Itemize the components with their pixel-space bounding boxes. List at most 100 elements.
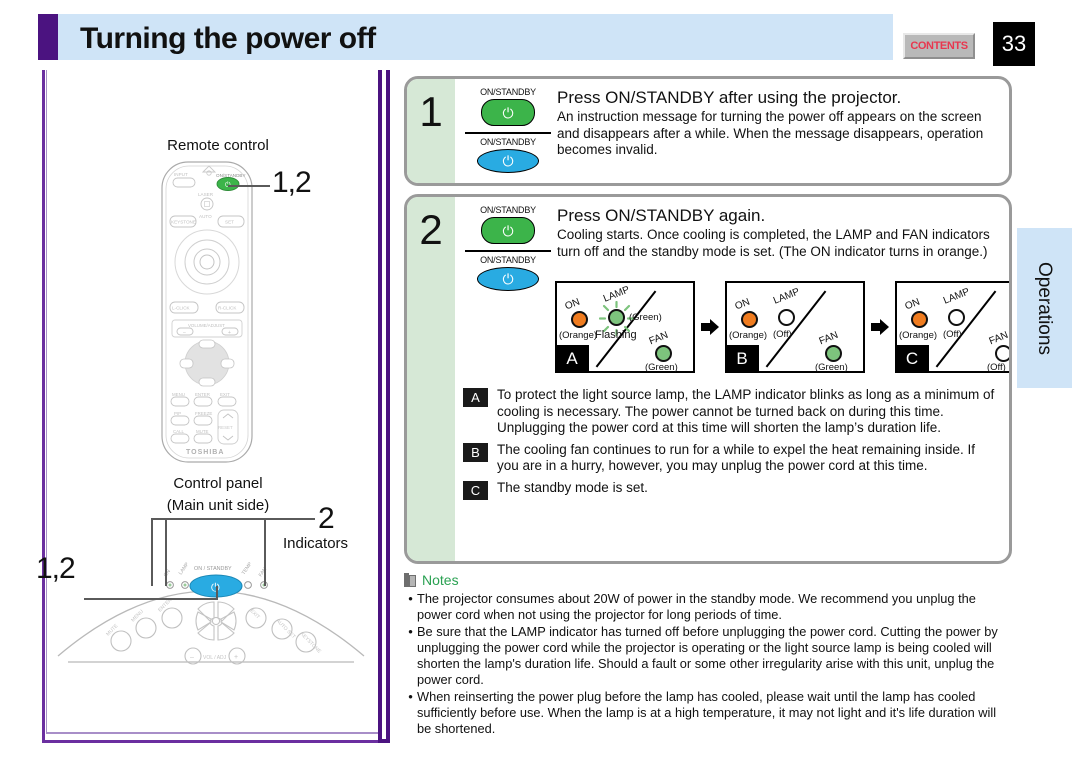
diagram-b-on-led (741, 311, 758, 328)
cp-leader-top (151, 518, 315, 520)
step-2-remote-power-key[interactable]: ⏻ (481, 217, 535, 244)
step-1-heading: Press ON/STANDBY after using the project… (557, 88, 902, 107)
step-2-panel-key-caption: ON/STANDBY (480, 255, 536, 265)
diagram-c-lamp-led (948, 309, 965, 326)
indicator-diagram-a: ON (Orange) LAMP (Green) Flashing FAN (G… (555, 281, 695, 373)
step-1-key-column: ON/STANDBY ⏻ ON/STANDBY ⏻ (463, 87, 553, 173)
diagram-a-lamp-state: (Green) (629, 312, 662, 323)
page-root: Turning the power off CONTENTS 33 Operat… (0, 0, 1080, 764)
diagram-c-on-led (911, 311, 928, 328)
step-2-heading: Press ON/STANDBY again. (557, 206, 766, 225)
power-icon: ⏻ (502, 222, 514, 239)
note-item: • When reinserting the power plug before… (404, 689, 1012, 737)
indicator-diagram-c: ON (Orange) LAMP (Off) FAN (Off) C (895, 281, 1009, 373)
abc-explanations: A To protect the light source lamp, the … (463, 387, 995, 505)
side-tab-operations[interactable]: Operations (1017, 228, 1072, 388)
diagram-b-lamp-led (778, 309, 795, 326)
contents-button-label: CONTENTS (910, 40, 968, 52)
remote-callout-number: 1,2 (272, 166, 312, 199)
note-bullet: • (408, 689, 413, 704)
abc-text-c: The standby mode is set. (497, 479, 648, 495)
notes-title-row: Notes (404, 572, 1012, 588)
step-2-text: Press ON/STANDBY again. Cooling starts. … (557, 205, 999, 260)
arrow-right-icon (871, 318, 889, 336)
remote-control-label: Remote control (167, 137, 269, 154)
indicator-diagram-b: ON (Orange) LAMP (Off) FAN (Green) B (725, 281, 865, 373)
notes-section: Notes • The projector consumes about 20W… (404, 572, 1012, 738)
diagram-a-lamp-led (608, 309, 625, 326)
svg-text:ENTER: ENTER (195, 392, 210, 397)
step-1-text: Press ON/STANDBY after using the project… (557, 87, 999, 159)
control-panel-label: Control panel (173, 475, 263, 492)
note-text: The projector consumes about 20W of powe… (417, 591, 976, 622)
svg-text:KEYSTONE: KEYSTONE (171, 220, 196, 225)
diagram-b-on-state: (Orange) (729, 330, 768, 341)
svg-text:–: – (190, 654, 194, 661)
indicator-state-diagram-row: ON (Orange) LAMP (Green) Flashing FAN (G… (555, 281, 1009, 373)
side-tab-label: Operations (1034, 261, 1055, 355)
svg-text:MENU: MENU (172, 392, 185, 397)
step-1-key-separator (465, 132, 551, 134)
svg-text:PIP: PIP (174, 411, 181, 416)
step-1-remote-key-caption: ON/STANDBY (480, 87, 536, 97)
diagram-c-fan-led (995, 345, 1009, 362)
book-icon (404, 573, 416, 587)
svg-text:MENU: MENU (130, 608, 145, 623)
notes-title: Notes (422, 572, 459, 588)
power-icon: ⏻ (502, 153, 514, 169)
diagram-b-fan-led (825, 345, 842, 362)
remote-leader-line (228, 185, 270, 187)
step-2-panel-power-key[interactable]: ⏻ (477, 267, 539, 291)
contents-button[interactable]: CONTENTS (903, 33, 975, 59)
svg-text:AUTO SET: AUTO SET (275, 618, 297, 640)
note-bullet: • (408, 591, 413, 606)
diagram-c-on-state: (Orange) (899, 330, 938, 341)
note-item: • The projector consumes about 20W of po… (404, 591, 1012, 623)
svg-text:L-CLICK: L-CLICK (172, 306, 191, 311)
left-frame-border (42, 70, 45, 743)
svg-text:TOSHIBA: TOSHIBA (186, 449, 224, 456)
diagram-b-fan-state: (Green) (815, 362, 848, 373)
step-2-box: 2 ON/STANDBY ⏻ ON/STANDBY ⏻ Press ON/STA… (404, 194, 1012, 564)
diagram-c-lamp-state: (Off) (943, 329, 962, 340)
abc-text-b: The cooling fan continues to run for a w… (497, 441, 976, 474)
step-2-number-column: 2 (407, 197, 455, 561)
arrow-right-icon (701, 318, 719, 336)
step-1-panel-power-key[interactable]: ⏻ (477, 149, 539, 173)
cp-leader-fan (264, 518, 266, 586)
diagram-a-on-state: (Orange) (559, 330, 598, 341)
svg-text:FREEZE: FREEZE (195, 411, 212, 416)
svg-text:R-CLICK: R-CLICK (218, 306, 237, 311)
svg-text:EXIT: EXIT (249, 608, 261, 620)
column-divider-inner (386, 70, 390, 743)
svg-text:–: – (183, 330, 186, 336)
diagram-a-fan-led (655, 345, 672, 362)
diagram-c-lamp-label: LAMP (941, 286, 972, 307)
page-number: 33 (993, 22, 1035, 66)
abc-text-a: To protect the light source lamp, the LA… (497, 387, 995, 435)
step-2-remote-key-caption: ON/STANDBY (480, 205, 536, 215)
svg-text:CALL: CALL (173, 429, 185, 434)
diagram-c-fan-state: (Off) (987, 362, 1006, 373)
cp-leader-power-horiz (84, 598, 218, 600)
column-divider-outer (378, 70, 382, 743)
svg-text:RESET: RESET (218, 425, 233, 430)
control-panel-illustration: ON LAMP ON / STANDBY ⏻ TEMP FAN MUTE MEN… (57, 561, 365, 665)
remote-control-illustration: INPUT ON/STANDBY ⏻ LASER KEYSTONE AUTO S… (161, 161, 253, 463)
step-1-body: An instruction message for turning the p… (557, 109, 984, 157)
svg-text:EXIT: EXIT (220, 392, 230, 397)
diagram-a-tag: A (555, 345, 589, 373)
svg-text:AUTO: AUTO (199, 214, 212, 219)
header-accent-block (38, 14, 58, 60)
step-1-remote-power-key[interactable]: ⏻ (481, 99, 535, 126)
note-text: When reinserting the power plug before t… (417, 689, 997, 736)
svg-text:MUTE: MUTE (196, 429, 209, 434)
power-icon: ⏻ (502, 104, 514, 121)
abc-tag-c: C (463, 480, 488, 500)
step-2-number: 2 (419, 206, 443, 253)
diagram-b-lamp-state: (Off) (773, 329, 792, 340)
svg-text:+: + (228, 330, 231, 336)
note-text: Be sure that the LAMP indicator has turn… (417, 624, 998, 687)
diagram-a-on-led (571, 311, 588, 328)
svg-text:INPUT: INPUT (174, 172, 188, 177)
